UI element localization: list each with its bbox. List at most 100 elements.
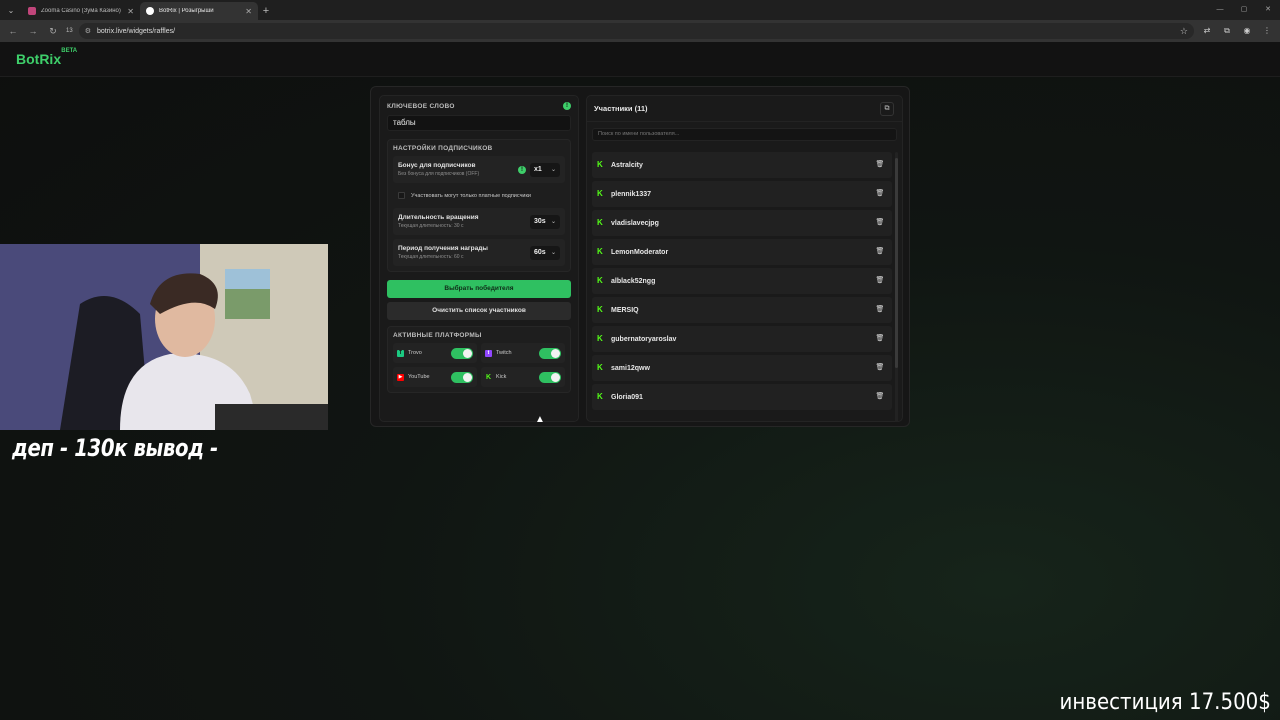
chevron-down-icon: ⌄ bbox=[550, 219, 556, 225]
participant-name: alblack52ngg bbox=[611, 277, 656, 285]
app-header: BotRix BETA bbox=[0, 42, 1280, 77]
participant-search-input[interactable]: Поиск по имени пользователя... bbox=[592, 128, 897, 141]
kick-icon: K bbox=[597, 247, 603, 256]
platform-kick: K Kick bbox=[481, 367, 565, 387]
kick-toggle[interactable] bbox=[539, 371, 561, 383]
trovo-icon: T bbox=[397, 349, 404, 357]
kick-icon: K bbox=[597, 334, 603, 343]
platforms-label: Активные платформы bbox=[393, 332, 482, 339]
platform-twitch: t Twitch bbox=[481, 343, 565, 363]
url-text: botrix.live/widgets/raffles/ bbox=[96, 27, 176, 35]
participant-name: MERSIQ bbox=[611, 306, 639, 314]
new-tab-icon[interactable]: + bbox=[258, 3, 274, 19]
subscriber-settings-label: Настройки подписчиков bbox=[393, 145, 493, 152]
beta-badge: BETA bbox=[61, 48, 78, 54]
participant-row: K Gloria091 🗑 bbox=[592, 384, 892, 410]
participant-name: sami12qww bbox=[611, 364, 650, 372]
browser-tab-botrix[interactable]: BotRix | Розыгрыши ✕ bbox=[140, 2, 258, 20]
minimize-icon[interactable]: — bbox=[1208, 0, 1232, 20]
info-icon[interactable]: ! bbox=[563, 102, 571, 110]
trash-icon[interactable]: 🗑 bbox=[874, 391, 886, 403]
forward-arrow-icon[interactable]: → bbox=[26, 24, 40, 38]
youtube-icon: ▶ bbox=[397, 373, 404, 381]
translate-icon[interactable]: ⇄ bbox=[1200, 24, 1214, 38]
trash-icon[interactable]: 🗑 bbox=[874, 275, 886, 287]
trash-icon[interactable]: 🗑 bbox=[874, 188, 886, 200]
bonus-multiplier-select[interactable]: x1 ⌄ bbox=[530, 162, 560, 177]
select-value: 60s bbox=[534, 249, 546, 256]
trovo-toggle[interactable] bbox=[451, 347, 473, 359]
pick-winner-button[interactable]: Выбрать победителя bbox=[387, 280, 571, 298]
setting-title: Длительность вращения bbox=[398, 214, 479, 221]
setting-title: Период получения награды bbox=[398, 245, 488, 252]
tab-close-icon[interactable]: ✕ bbox=[245, 7, 252, 16]
kick-icon: K bbox=[485, 373, 492, 381]
trash-icon[interactable]: 🗑 bbox=[874, 333, 886, 345]
profile-avatar-icon[interactable]: ◉ bbox=[1240, 24, 1254, 38]
trash-icon[interactable]: 🗑 bbox=[874, 217, 886, 229]
extensions-icon[interactable]: ⧉ bbox=[1220, 24, 1234, 38]
setting-title: Бонус для подписчиков bbox=[398, 162, 476, 169]
browser-tab-bar: ⌄ Zooma Casino (Зума Казино) — ✕ BotRix … bbox=[0, 0, 1280, 20]
keyword-label: Ключевое слово bbox=[387, 102, 455, 110]
keyword-input[interactable]: таблы bbox=[387, 115, 571, 131]
participant-list: K Astralcity 🗑 Kplennik1337 🗑 Kvladislavecj… bbox=[592, 152, 892, 422]
setting-subtitle: Текущая длительность: 60 с bbox=[398, 254, 464, 260]
platform-name: Trovo bbox=[408, 350, 422, 356]
platform-youtube: ▶ YouTube bbox=[393, 367, 477, 387]
browser-toolbar: ← → ↻ 13 ⚙ botrix.live/widgets/raffles/ … bbox=[0, 20, 1280, 42]
participant-row: K MERSIQ 🗑 bbox=[592, 297, 892, 323]
twitch-toggle[interactable] bbox=[539, 347, 561, 359]
participant-name: Astralcity bbox=[611, 161, 643, 169]
platform-trovo: T Trovo bbox=[393, 343, 477, 363]
participant-list-scrollbar[interactable] bbox=[895, 152, 898, 422]
tab-title: Zooma Casino (Зума Казино) — bbox=[41, 8, 123, 14]
paid-only-option[interactable]: Участвовать могут только платные подписч… bbox=[393, 187, 565, 204]
participant-name: plennik1337 bbox=[611, 190, 652, 198]
trash-icon[interactable]: 🗑 bbox=[874, 159, 886, 171]
reload-icon[interactable]: ↻ bbox=[46, 24, 60, 38]
tab-favicon-icon bbox=[28, 7, 36, 15]
tab-close-icon[interactable]: ✕ bbox=[127, 7, 134, 16]
browser-tab-zooma[interactable]: Zooma Casino (Зума Казино) — ✕ bbox=[22, 2, 140, 20]
clear-participants-button[interactable]: Очистить список участников bbox=[387, 302, 571, 320]
participant-row: Kplennik1337 🗑 bbox=[592, 181, 892, 207]
address-bar[interactable]: ⚙ botrix.live/widgets/raffles/ ☆ bbox=[78, 23, 1194, 39]
bookmark-star-icon[interactable]: ☆ bbox=[1180, 26, 1188, 37]
select-value: x1 bbox=[534, 166, 542, 173]
youtube-toggle[interactable] bbox=[451, 371, 473, 383]
back-arrow-icon[interactable]: ← bbox=[6, 24, 20, 38]
botrix-logo[interactable]: BotRix BETA bbox=[16, 48, 77, 67]
kick-icon: K bbox=[597, 305, 603, 314]
participant-name: LemonModerator bbox=[611, 248, 669, 256]
window-controls: — ▢ ✕ bbox=[1208, 0, 1280, 20]
info-icon[interactable]: ! bbox=[518, 165, 526, 174]
subscriber-bonus-setting: Бонус для подписчиков Без бонуса для под… bbox=[393, 156, 565, 183]
spin-duration-select[interactable]: 30s ⌄ bbox=[530, 214, 560, 229]
tab-search-icon[interactable]: ⌄ bbox=[4, 3, 18, 17]
scrollbar-thumb[interactable] bbox=[895, 158, 898, 368]
trash-icon[interactable]: 🗑 bbox=[874, 304, 886, 316]
webcam-overlay bbox=[0, 244, 328, 430]
kick-icon: K bbox=[597, 392, 603, 401]
raffle-widget: Ключевое слово ! таблы Настройки подписч… bbox=[370, 86, 910, 427]
select-value: 30s bbox=[534, 218, 546, 225]
participants-title: Участники (11) bbox=[594, 104, 648, 113]
trash-icon[interactable]: 🗑 bbox=[874, 246, 886, 258]
participant-row: Kalblack52ngg 🗑 bbox=[592, 268, 892, 294]
menu-kebab-icon[interactable]: ⋮ bbox=[1260, 24, 1274, 38]
participant-name: Gloria091 bbox=[611, 393, 643, 401]
maximize-icon[interactable]: ▢ bbox=[1232, 0, 1256, 20]
site-info-icon[interactable]: ⚙ bbox=[85, 27, 91, 35]
paid-only-label: Участвовать могут только платные подписч… bbox=[411, 192, 531, 199]
close-window-icon[interactable]: ✕ bbox=[1256, 0, 1280, 20]
kick-icon: K bbox=[597, 218, 603, 227]
tab-counter: 13 bbox=[66, 28, 73, 34]
trash-icon[interactable]: 🗑 bbox=[874, 362, 886, 374]
webcam-feed-image bbox=[0, 244, 328, 430]
participant-row: Ksami12qww 🗑 bbox=[592, 355, 892, 381]
copy-icon[interactable]: ⧉ bbox=[880, 101, 894, 116]
paid-only-checkbox[interactable] bbox=[398, 192, 405, 199]
reward-period-select[interactable]: 60s ⌄ bbox=[530, 245, 560, 260]
participant-name: gubernatoryaroslav bbox=[611, 335, 677, 343]
